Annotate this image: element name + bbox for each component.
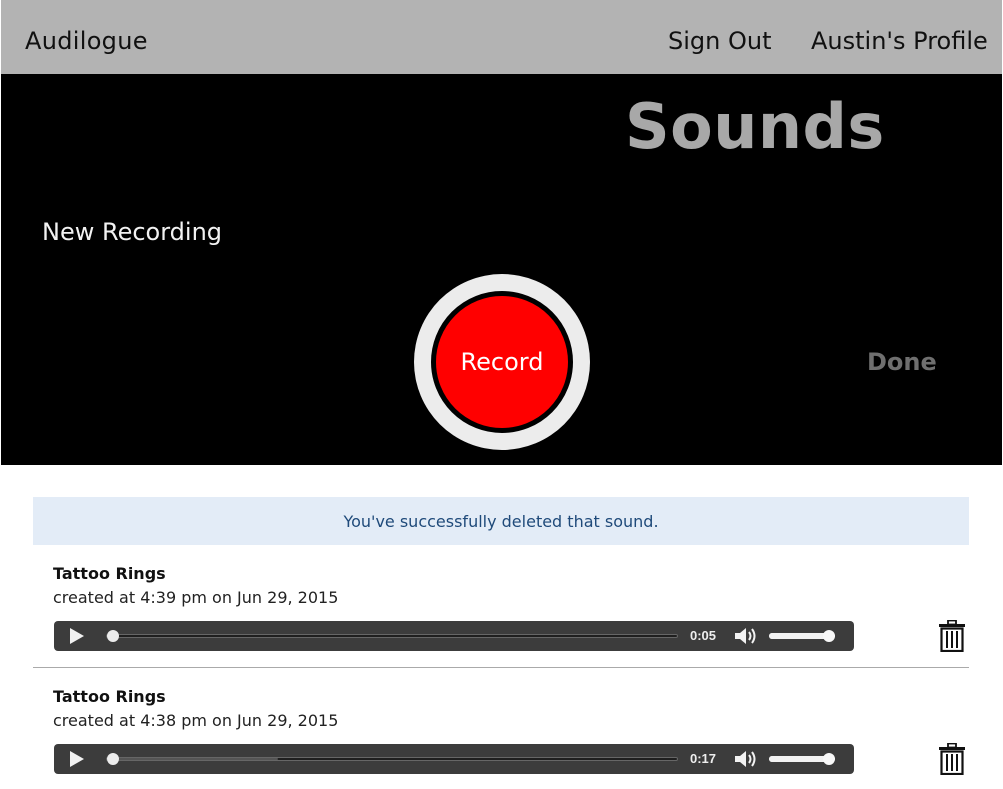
flash-notice: You've successfully deleted that sound. — [33, 497, 969, 545]
volume-thumb[interactable] — [823, 630, 835, 642]
audio-player: 0:17 — [54, 744, 854, 774]
sound-item: Tattoo Rings created at 4:38 pm on Jun 2… — [33, 670, 969, 789]
brand-link[interactable]: Audilogue — [25, 27, 148, 55]
seek-bar[interactable] — [106, 630, 678, 642]
volume-thumb[interactable] — [823, 753, 835, 765]
sound-created-date: created at 4:38 pm on Jun 29, 2015 — [53, 711, 339, 730]
seek-thumb[interactable] — [107, 630, 119, 642]
volume-icon[interactable] — [734, 750, 758, 768]
volume-slider[interactable] — [769, 630, 835, 642]
top-navbar: Audilogue Sign Out Austin's Profile — [1, 0, 1002, 74]
sound-title: Tattoo Rings — [53, 687, 166, 706]
trash-icon[interactable] — [938, 620, 966, 652]
record-button[interactable]: Record — [431, 291, 573, 433]
page-title: Sounds — [625, 90, 885, 163]
volume-slider[interactable] — [769, 753, 835, 765]
buffered-bar — [107, 758, 278, 760]
done-button[interactable]: Done — [867, 348, 937, 376]
sound-title: Tattoo Rings — [53, 564, 166, 583]
sound-item: Tattoo Rings created at 4:39 pm on Jun 2… — [33, 547, 969, 668]
seek-bar[interactable] — [106, 753, 678, 765]
play-icon[interactable] — [69, 751, 85, 767]
trash-icon[interactable] — [938, 743, 966, 775]
time-display: 0:17 — [690, 751, 717, 766]
audio-player: 0:05 — [54, 621, 854, 651]
play-icon[interactable] — [69, 628, 85, 644]
sound-created-date: created at 4:39 pm on Jun 29, 2015 — [53, 588, 339, 607]
flash-message: You've successfully deleted that sound. — [343, 511, 659, 531]
sign-out-link[interactable]: Sign Out — [668, 27, 772, 55]
record-button-ring: Record — [414, 274, 590, 450]
new-recording-label: New Recording — [42, 218, 223, 246]
seek-thumb[interactable] — [107, 753, 119, 765]
volume-icon[interactable] — [734, 627, 758, 645]
profile-link[interactable]: Austin's Profile — [811, 27, 988, 55]
recorder-panel: Sounds New Recording Record Done — [1, 74, 1002, 465]
time-display: 0:05 — [690, 628, 717, 643]
